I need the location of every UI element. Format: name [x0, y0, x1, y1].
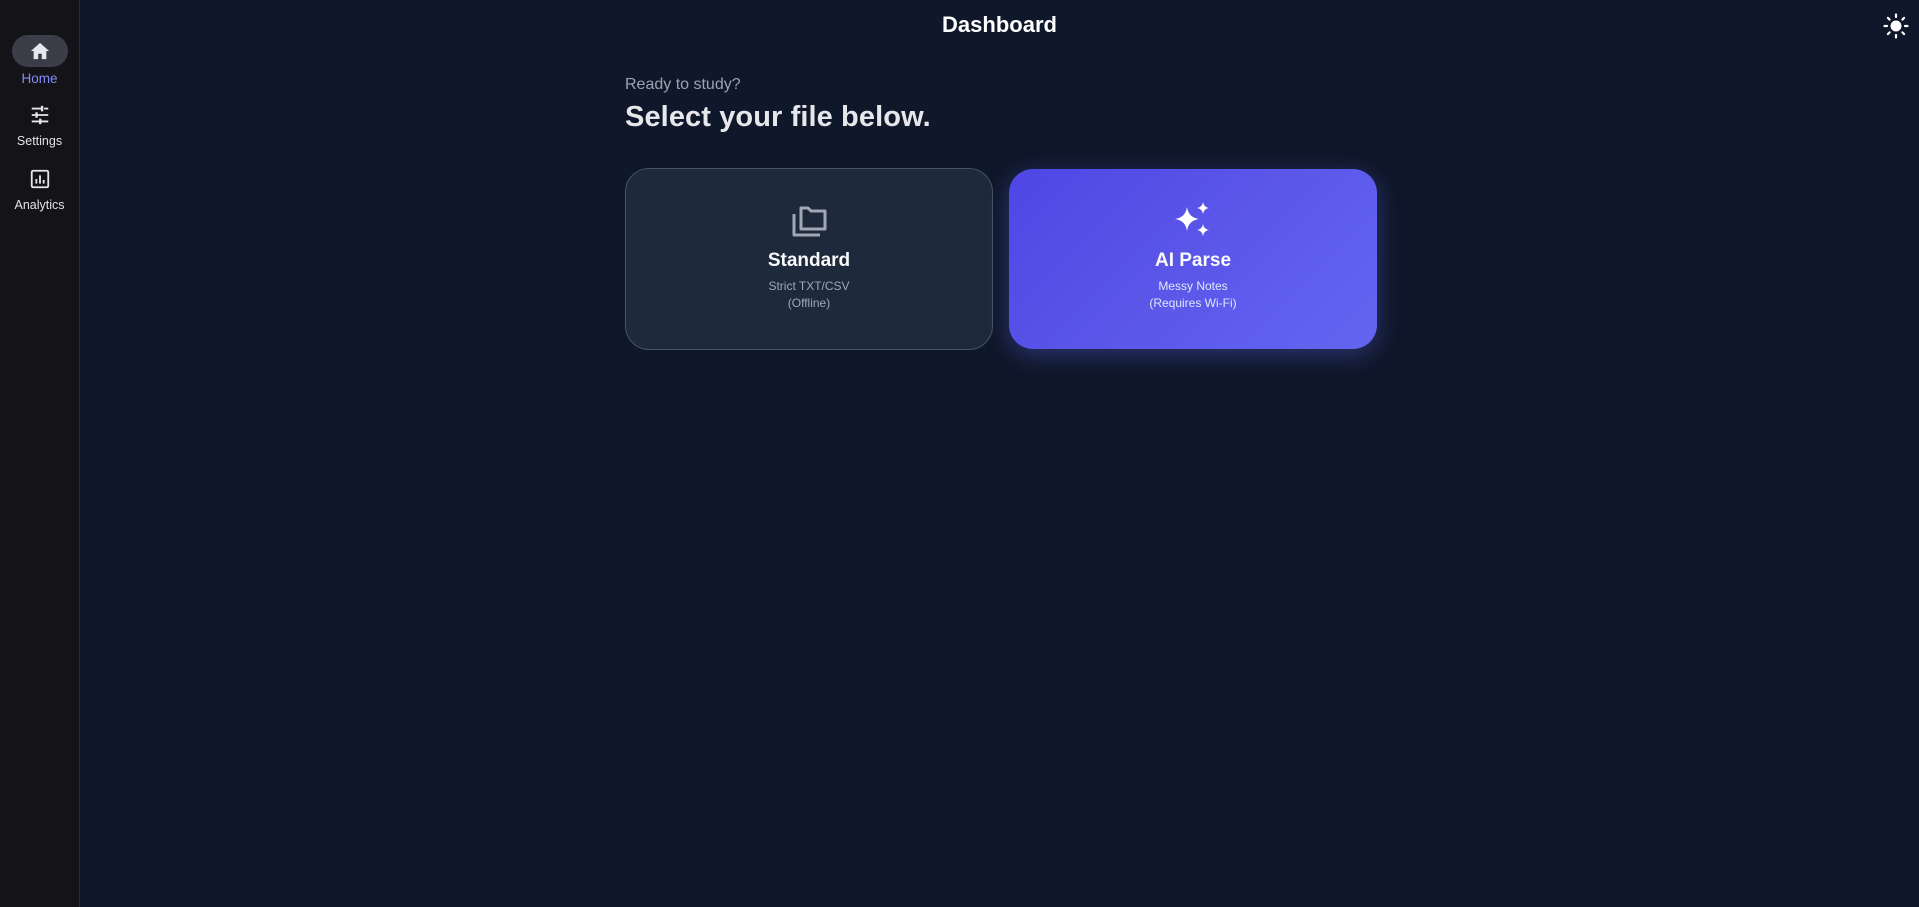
card-description: Strict TXT/CSV (Offline) [768, 278, 849, 312]
page-title: Dashboard [942, 12, 1057, 37]
card-description-line: Strict TXT/CSV [768, 279, 850, 293]
card-title: Standard [767, 250, 851, 271]
card-description-line: (Offline) [787, 296, 831, 310]
app-root: Home Settings Analytics Dashboard Ready … [0, 0, 1919, 907]
sliders-icon [31, 105, 48, 125]
card-title: AI Parse [1154, 250, 1232, 271]
sparkles-icon [1175, 202, 1209, 236]
card-description-line: Messy Notes [1158, 279, 1228, 293]
sidebar-item-analytics[interactable]: Analytics [0, 163, 79, 212]
sidebar: Home Settings Analytics [0, 0, 80, 907]
sidebar-item-label: Analytics [14, 198, 65, 212]
standard-import-card[interactable]: Standard Strict TXT/CSV (Offline) [625, 168, 993, 350]
theme-toggle-button[interactable] [1883, 13, 1909, 39]
ai-parse-card[interactable]: AI Parse Messy Notes (Requires Wi-Fi) [1009, 169, 1377, 349]
home-icon [30, 42, 49, 60]
sidebar-item-label: Settings [16, 134, 63, 148]
sidebar-item-home[interactable]: Home [0, 35, 79, 86]
sliders-icon-container [12, 99, 68, 131]
home-icon-container [11, 35, 68, 67]
card-description-line: (Requires Wi-Fi) [1149, 296, 1237, 310]
import-options: Standard Strict TXT/CSV (Offline) AI Par… [625, 168, 1385, 350]
sidebar-item-label: Home [21, 71, 58, 86]
subheading: Ready to study? [625, 76, 741, 93]
main-content: Dashboard Ready to study? Select your fi… [80, 0, 1919, 907]
analytics-icon [30, 169, 49, 189]
sun-icon [1883, 13, 1909, 39]
section-heading: Select your file below. [625, 101, 931, 133]
folder-icon [792, 206, 827, 237]
card-description: Messy Notes (Requires Wi-Fi) [1149, 278, 1236, 312]
file-selection-section: Ready to study? Select your file below. … [625, 76, 1385, 350]
sidebar-item-settings[interactable]: Settings [0, 99, 79, 148]
analytics-icon-container [12, 163, 68, 195]
